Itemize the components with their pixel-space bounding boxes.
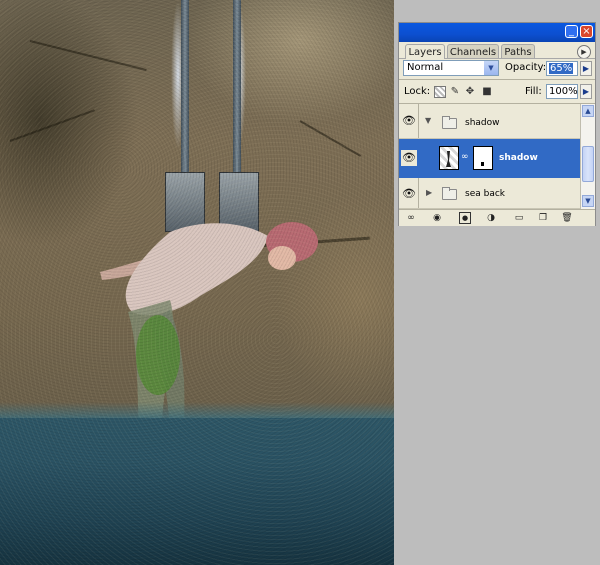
new-group-icon[interactable]: ▭ (513, 212, 525, 224)
layers-scrollbar[interactable]: ▲ ▼ (580, 104, 595, 209)
tab-channels[interactable]: Channels (447, 44, 499, 59)
scroll-thumb[interactable] (582, 146, 594, 182)
palette-titlebar[interactable]: _ × (399, 23, 595, 42)
eye-icon[interactable]: 👁 (401, 150, 417, 166)
layer-thumbnail[interactable] (439, 146, 459, 170)
lock-label: Lock: (404, 86, 431, 97)
layer-name: shadow (465, 118, 500, 128)
lock-transparency-icon[interactable] (434, 86, 446, 98)
minimize-button[interactable]: _ (565, 25, 578, 38)
mask-icon[interactable]: ● (459, 212, 471, 224)
layer-row-shadow[interactable]: 👁 ∞ shadow (399, 139, 580, 178)
lock-position-icon[interactable]: ✥ (464, 86, 476, 98)
layers-list: 👁 ▼ shadow 👁 ∞ shadow 👁 ▶ sea back (399, 104, 580, 209)
fill-value: 100% (549, 86, 578, 97)
opacity-input[interactable]: 65% (546, 61, 578, 76)
expand-triangle-icon[interactable]: ▼ (425, 116, 431, 125)
document-canvas[interactable] (0, 0, 394, 565)
scroll-up-button[interactable]: ▲ (582, 105, 594, 117)
lock-pixels-icon[interactable]: ✎ (449, 86, 461, 98)
opacity-label: Opacity: (505, 62, 547, 73)
fill-slider-button[interactable]: ▶ (580, 84, 592, 99)
layer-row-group-shadow[interactable]: 👁 ▼ shadow (399, 104, 580, 139)
scroll-down-button[interactable]: ▼ (582, 195, 594, 207)
chain-link-icon[interactable]: ∞ (461, 152, 469, 162)
folder-icon (442, 187, 457, 200)
palette-bottom-bar: ∞ ◉ ● ◑ ▭ ❐ 🗑 (399, 209, 595, 226)
close-button[interactable]: × (580, 25, 593, 38)
eye-icon[interactable]: 👁 (401, 113, 417, 129)
layer-thumbnail-art (446, 151, 451, 167)
layer-name: shadow (499, 153, 538, 163)
blend-mode-value: Normal (407, 62, 444, 73)
layer-mask-thumbnail[interactable] (473, 146, 493, 170)
expand-triangle-icon[interactable]: ▶ (426, 188, 432, 197)
folder-icon (442, 116, 457, 129)
layers-palette: _ × Layers Channels Paths ▶ Normal ▼ Opa… (398, 22, 596, 226)
divider (399, 79, 595, 80)
fx-icon[interactable]: ◉ (431, 212, 443, 224)
blend-mode-select[interactable]: Normal ▼ (403, 60, 499, 76)
fill-input[interactable]: 100% (546, 84, 578, 99)
tab-paths[interactable]: Paths (501, 44, 535, 59)
layer-name: sea back (465, 189, 505, 199)
water (0, 418, 394, 565)
adjustment-icon[interactable]: ◑ (485, 212, 497, 224)
tab-layers[interactable]: Layers (405, 44, 445, 59)
link-icon[interactable]: ∞ (405, 212, 417, 224)
mask-mark (481, 162, 484, 166)
chevron-down-icon[interactable]: ▼ (484, 61, 498, 75)
opacity-value: 65% (549, 63, 574, 74)
layer-row-group-sea-back[interactable]: 👁 ▶ sea back (399, 178, 580, 209)
eye-icon[interactable]: 👁 (401, 186, 417, 202)
fill-label: Fill: (525, 86, 542, 97)
trash-icon[interactable]: 🗑 (561, 212, 573, 224)
palette-menu-icon[interactable]: ▶ (577, 45, 591, 59)
opacity-slider-button[interactable]: ▶ (580, 61, 592, 76)
lock-all-icon[interactable]: ■ (481, 86, 493, 98)
new-layer-icon[interactable]: ❐ (537, 212, 549, 224)
